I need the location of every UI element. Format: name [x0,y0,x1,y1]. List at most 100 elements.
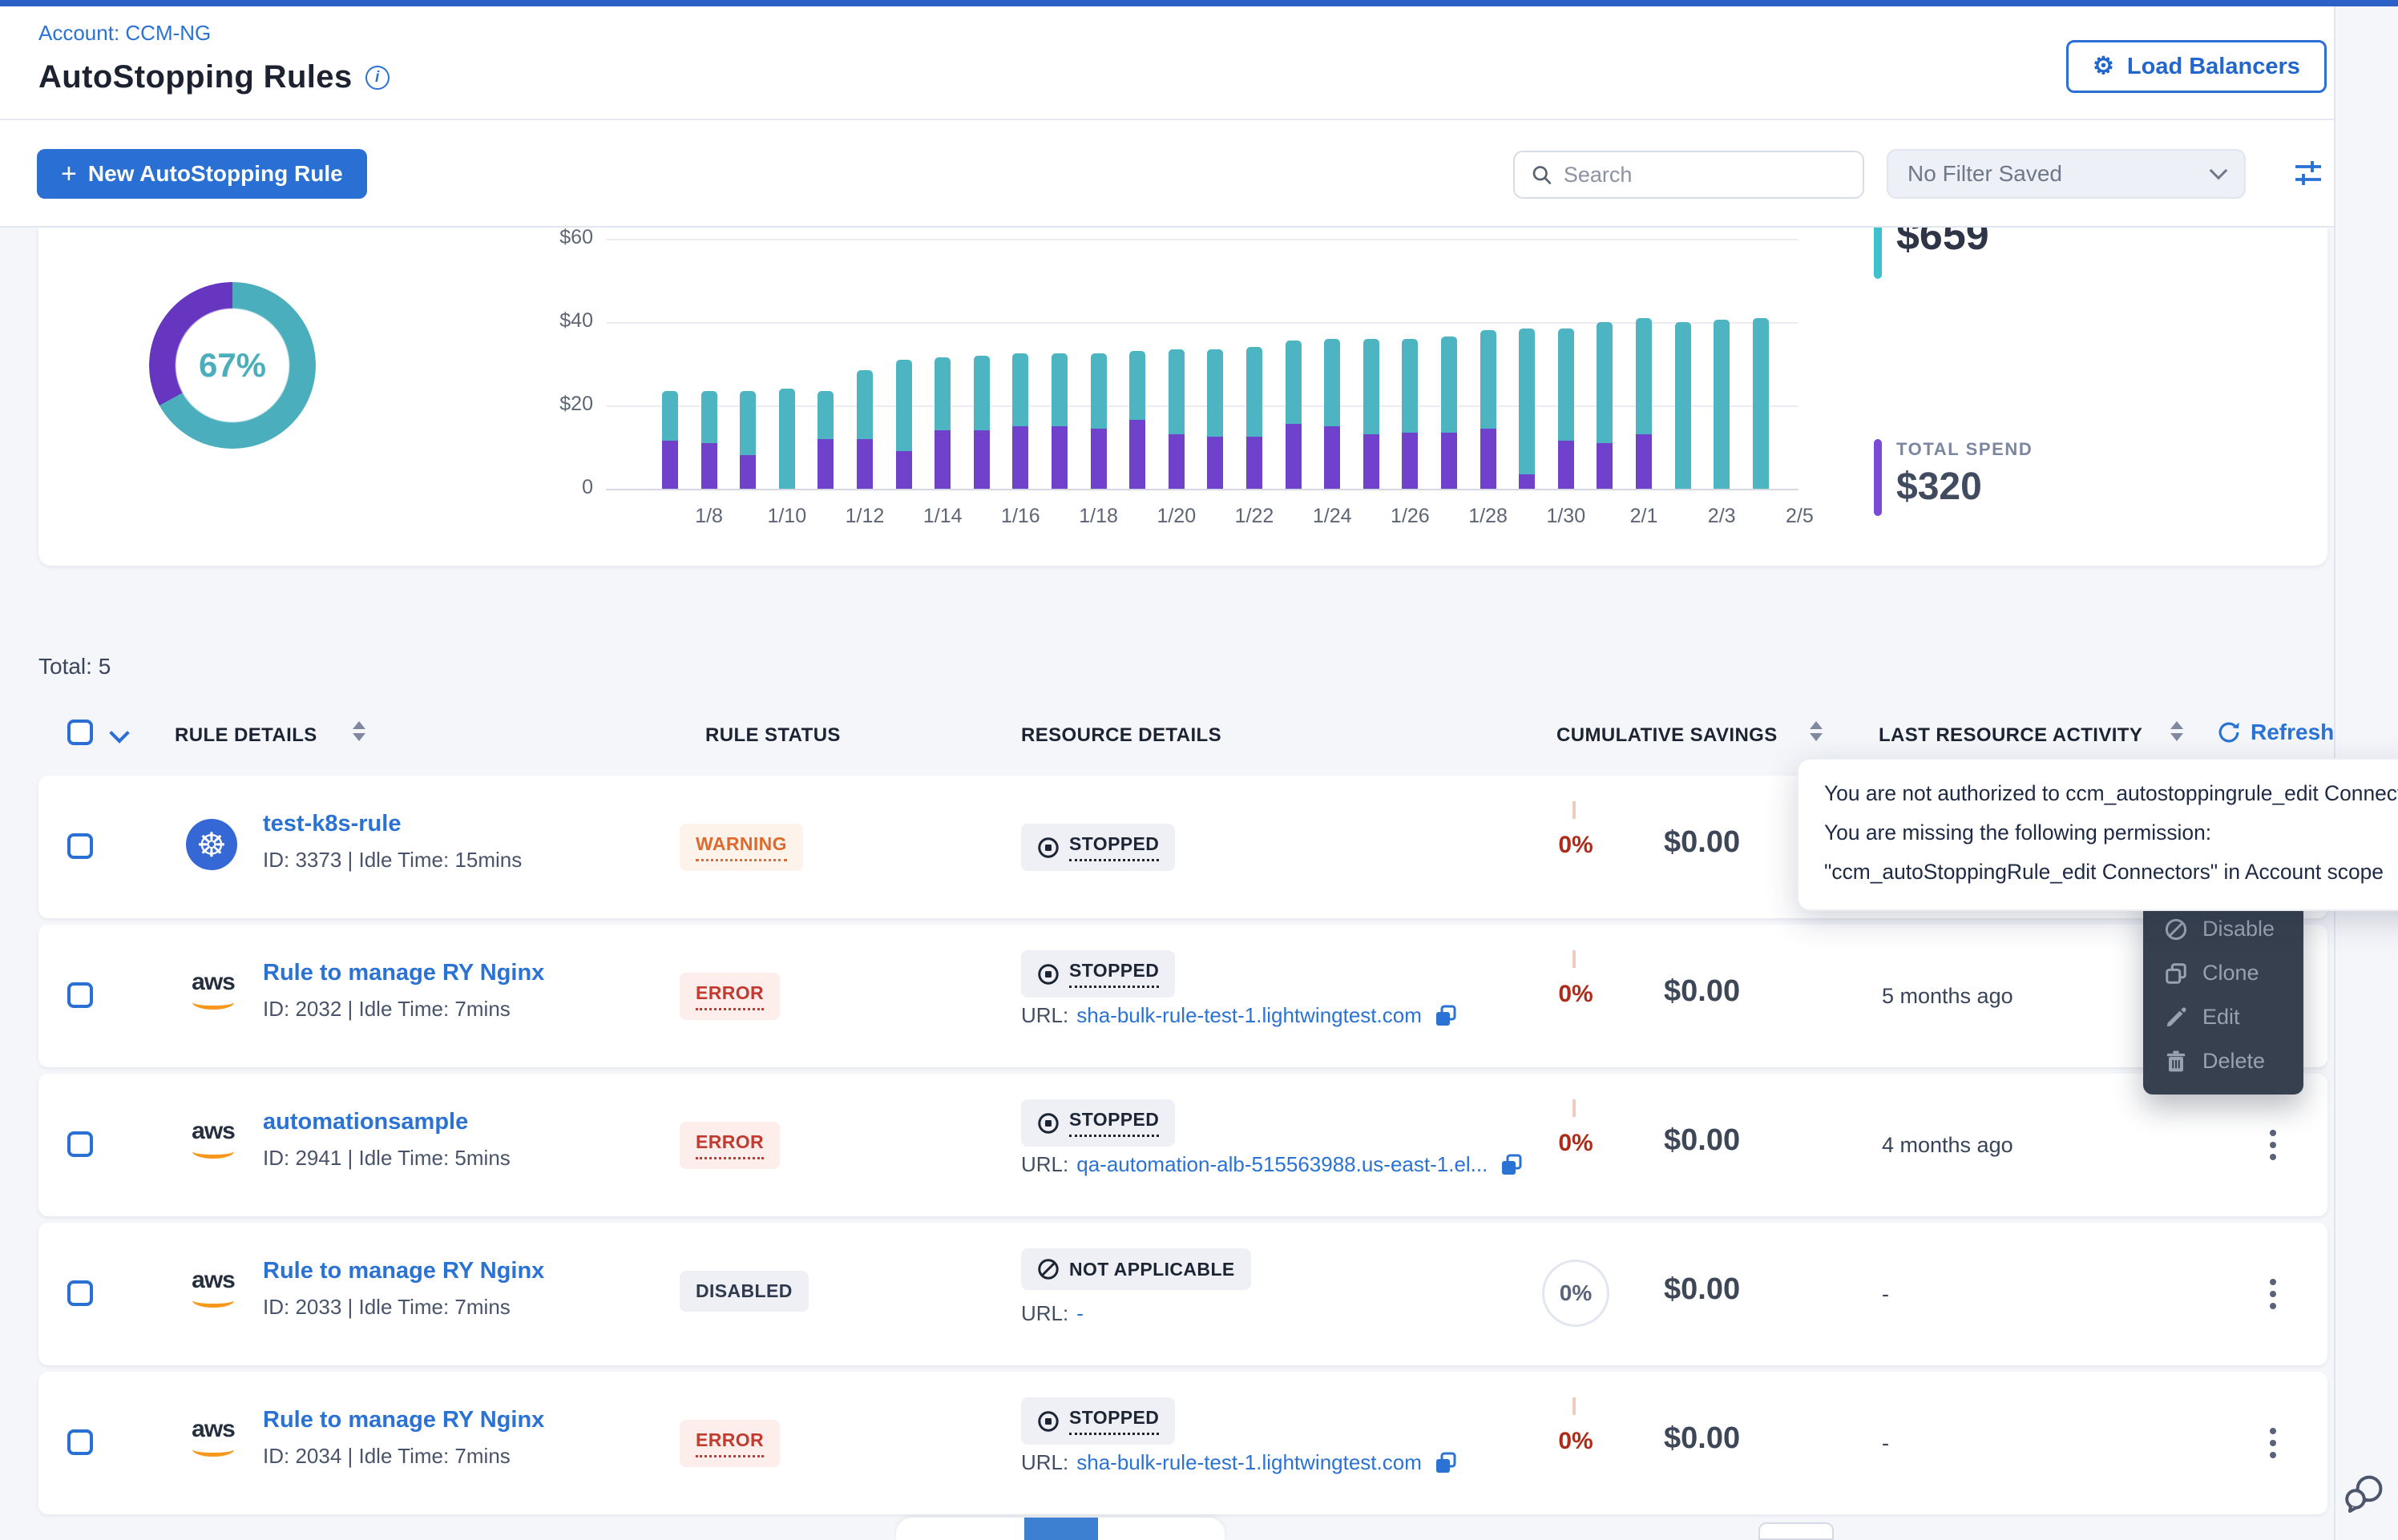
bar-1/21 [1207,349,1223,489]
rule-name-link[interactable]: Rule to manage RY Nginx [263,1258,544,1284]
info-icon[interactable]: i [365,66,390,90]
row-checkbox[interactable] [67,1280,93,1306]
breadcrumb-account-link[interactable]: Account: CCM-NG [38,21,211,46]
copy-url-button[interactable] [1435,1452,1457,1474]
bar-1/7 [662,391,678,489]
resource-url-line: URL: sha-bulk-rule-test-1.lightwingtest.… [1021,1450,1457,1475]
bar-1/31 [1597,322,1613,489]
row-menu-button[interactable] [2257,1421,2289,1465]
x-axis-label: 1/16 [985,505,1056,528]
sort-cumulative-savings-icon[interactable] [1810,721,1823,741]
refresh-button[interactable]: Refresh [2217,720,2334,745]
total-savings-value: $659 [1896,228,1989,260]
rule-name-link[interactable]: Rule to manage RY Nginx [263,960,544,986]
bar-1/8 [701,391,717,489]
bar-1/25 [1363,339,1379,489]
x-axis-label: 1/8 [674,505,745,528]
savings-amount: $0.00 [1664,1272,1740,1307]
bar-1/24 [1324,339,1340,489]
aws-icon: aws [183,1268,244,1322]
row-menu-button[interactable] [2257,1123,2289,1167]
delete-icon [2164,1050,2188,1074]
search-icon [1531,163,1552,187]
toolbar: + New AutoStopping Rule No Filter Saved [0,120,2334,228]
refresh-icon [2217,720,2241,744]
sort-rule-details-icon[interactable] [353,721,365,741]
tooltip-line: You are not authorized to ccm_autostoppi… [1824,774,2398,813]
gridline [606,489,1798,490]
table-row: aws automationsample ID: 2941 | Idle Tim… [38,1074,2327,1216]
bar-1/30 [1558,329,1574,489]
stopped-icon [1037,1112,1060,1135]
column-rule-status: RULE STATUS [705,724,841,747]
savings-percent: 0% [1528,1428,1624,1455]
x-axis-label: 1/30 [1531,505,1601,528]
x-axis-label: 1/20 [1141,505,1212,528]
resource-url-link[interactable]: qa-automation-alb-515563988.us-east-1.el… [1076,1152,1488,1177]
new-autostopping-rule-button[interactable]: + New AutoStopping Rule [37,149,367,199]
page-title-row: AutoStopping Rules i [38,59,390,95]
resource-url-line: URL: qa-automation-alb-515563988.us-east… [1021,1152,1523,1177]
last-activity: 4 months ago [1882,1133,2013,1158]
plus-icon: + [61,160,77,187]
resource-url-link[interactable]: sha-bulk-rule-test-1.lightwingtest.com [1076,1450,1422,1475]
sort-last-activity-icon[interactable] [2170,721,2183,741]
menu-item-disable[interactable]: Disable [2143,907,2303,951]
table-row: aws Rule to manage RY Nginx ID: 2033 | I… [38,1223,2327,1365]
y-axis-label: $20 [529,393,593,416]
copy-url-button[interactable] [1435,1005,1457,1027]
rule-name-link[interactable]: automationsample [263,1109,468,1135]
copy-icon [1435,1005,1457,1027]
resource-state-badge: NOT APPLICABLE [1021,1248,1251,1290]
menu-item-clone[interactable]: Clone [2143,951,2303,995]
page-size-box[interactable] [1758,1522,1834,1540]
row-checkbox[interactable] [67,982,93,1008]
savings-progress-tick [1572,1099,1576,1117]
bar-2/3 [1714,320,1730,489]
resource-url-link[interactable]: sha-bulk-rule-test-1.lightwingtest.com [1076,1003,1422,1028]
rule-name-link[interactable]: Rule to manage RY Nginx [263,1407,544,1433]
refresh-label: Refresh [2251,720,2334,745]
x-axis-label: 1/10 [752,505,822,528]
status-badge: ERROR [680,1122,780,1169]
select-all-chevron-icon[interactable] [109,723,129,743]
copy-url-button[interactable] [1500,1154,1523,1176]
select-all-checkbox[interactable] [67,720,93,745]
help-chat-button[interactable] [2340,1471,2388,1526]
aws-icon: aws [183,970,244,1024]
column-cumulative-savings: CUMULATIVE SAVINGS [1556,724,1778,747]
bar-1/23 [1286,341,1302,489]
load-balancers-button[interactable]: ⚙ Load Balancers [2066,40,2327,93]
row-checkbox[interactable] [67,1429,93,1455]
summary-chart-card: 67% $60$40$200 1/81/101/121/141/161/181/… [38,228,2327,566]
saved-filter-select[interactable]: No Filter Saved [1887,149,2246,199]
column-rule-details: RULE DETAILS [175,724,317,747]
menu-item-edit[interactable]: Edit [2143,995,2303,1039]
total-spend-value: $320 [1896,465,2033,509]
bar-1/11 [818,391,834,489]
search-input[interactable] [1564,163,1847,187]
savings-percent: 0% [1528,832,1624,859]
resource-url-link[interactable]: - [1076,1301,1084,1326]
page-header: Account: CCM-NG AutoStopping Rules i ⚙ L… [0,6,2334,119]
bar-1/26 [1402,339,1418,489]
resource-state-badge: STOPPED [1021,1099,1175,1147]
bar-2/1 [1636,318,1652,489]
filter-panel-button[interactable] [2289,155,2327,194]
y-axis-label: $60 [529,228,593,249]
menu-item-delete[interactable]: Delete [2143,1039,2303,1083]
last-activity: - [1882,1282,1889,1307]
table-row: aws Rule to manage RY Nginx ID: 2032 | I… [38,925,2327,1067]
resource-url-line: URL: - [1021,1301,1084,1326]
pagination-bar [896,1518,1225,1540]
row-checkbox[interactable] [67,833,93,859]
page-title: AutoStopping Rules [38,59,353,95]
copy-icon [1500,1154,1523,1176]
x-axis-label: 1/28 [1453,505,1524,528]
row-menu-button[interactable] [2257,1272,2289,1316]
row-checkbox[interactable] [67,1131,93,1157]
pagination-active-page[interactable] [1024,1518,1098,1540]
savings-donut-percent: 67% [149,282,316,449]
bar-1/27 [1441,337,1457,489]
rule-name-link[interactable]: test-k8s-rule [263,811,401,837]
